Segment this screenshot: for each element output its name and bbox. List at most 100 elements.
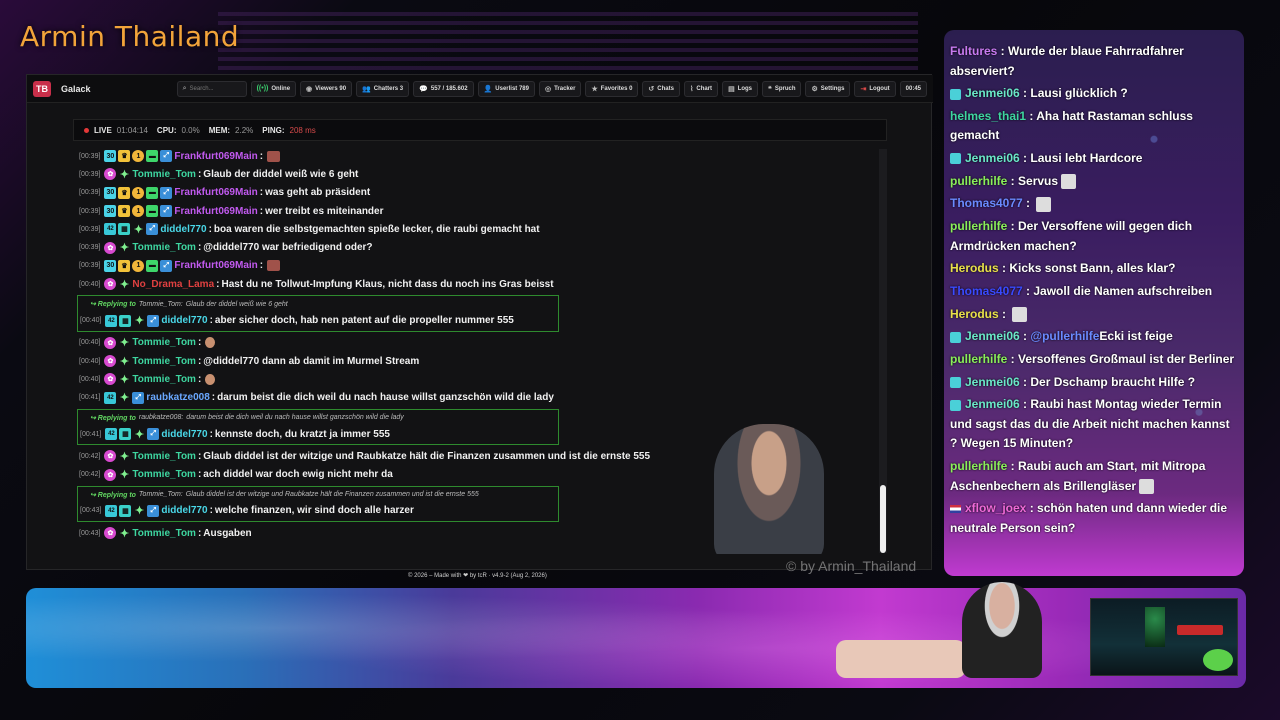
message-username[interactable]: Tommie_Tom xyxy=(132,169,196,180)
cpu-value: 0.0% xyxy=(181,125,200,135)
sub-badge-icon: 30 xyxy=(104,150,117,163)
favorites-button[interactable]: ★ Favorites 0 xyxy=(585,80,639,97)
message-text: @diddel770 dann ab damit im Murmel Strea… xyxy=(203,355,420,367)
pink-badge-icon: ✿ xyxy=(104,468,117,481)
message-timestamp: [00:39] xyxy=(79,225,101,233)
user-badge-icon xyxy=(950,399,961,411)
mem-value: 2.2% xyxy=(235,125,254,135)
message-timestamp: [00:39] xyxy=(79,262,101,270)
chatters-button[interactable]: 👥 Chatters 3 xyxy=(356,80,410,97)
message-username[interactable]: Frankfurt069Main xyxy=(174,260,257,271)
message-timestamp: [00:39] xyxy=(79,189,101,197)
reply-target[interactable]: Tommie_Tom: xyxy=(139,491,183,498)
username-separator: : xyxy=(209,428,213,440)
chat-message: [00:43] 42 ▦ ✦ ⤢ diddel770: welche finanzen, w… xyxy=(78,502,558,520)
message-username[interactable]: Frankfurt069Main xyxy=(174,206,257,217)
search-placeholder: Search... xyxy=(189,85,214,92)
logs-button[interactable]: ▤ Logs xyxy=(722,80,759,97)
message-username[interactable]: Tommie_Tom xyxy=(132,469,196,480)
sparkle-badge-icon: ✦ xyxy=(119,392,130,405)
stream-chat-separator: : xyxy=(1007,459,1019,474)
stream-chat-text: Jawoll die Namen aufschreiben xyxy=(1033,284,1213,298)
user-icon: 👤 xyxy=(483,85,493,93)
sparkle-badge-icon: ✦ xyxy=(119,278,130,291)
stream-chat-separator: : xyxy=(1019,374,1031,389)
axe-badge-icon: ⤢ xyxy=(132,391,145,404)
emote-icon xyxy=(267,260,281,272)
chat-message: [00:39] 30 ♛ 1 ▬ ⤢ Frankfurt069Main: was geht a… xyxy=(77,184,889,202)
stream-chat-username: Herodus xyxy=(950,306,999,321)
message-username[interactable]: Tommie_Tom xyxy=(132,451,196,462)
stream-chat-separator: : xyxy=(1007,219,1019,234)
document-icon: ▤ xyxy=(728,85,735,93)
message-timestamp: [00:39] xyxy=(79,170,101,178)
stream-chat-message: Thomas4077 : xyxy=(950,194,1240,214)
chats-button[interactable]: ↺ Chats xyxy=(642,80,680,97)
reply-label: ↪ Replying to xyxy=(90,301,136,309)
chat-message: [00:40] ✿ ✦ Tommie_Tom: xyxy=(77,334,889,352)
eye-icon: ◉ xyxy=(306,85,313,93)
spruch-button[interactable]: ❝ Spruch xyxy=(762,80,802,97)
bits-badge-icon: 1 xyxy=(132,186,145,199)
crown-badge-icon: ♛ xyxy=(118,205,131,218)
message-username[interactable]: raubkatze008 xyxy=(146,392,209,403)
online-button[interactable]: ((•)) Online xyxy=(250,80,297,97)
stream-chat-username: pullerhilfe xyxy=(950,459,1008,474)
message-username[interactable]: diddel770 xyxy=(161,429,207,440)
username-separator: : xyxy=(259,150,264,162)
chatters-label: Chatters 3 xyxy=(373,85,404,92)
tracker-button[interactable]: ◎ Tracker xyxy=(538,80,582,97)
sub-badge-icon: 30 xyxy=(104,259,117,272)
message-username[interactable]: diddel770 xyxy=(160,224,206,235)
stream-chat-username: pullerhilfe xyxy=(950,352,1008,367)
scroll-thumb[interactable] xyxy=(880,485,886,553)
message-username[interactable]: Tommie_Tom xyxy=(132,374,196,385)
stream-chat-username: Thomas4077 xyxy=(950,284,1023,298)
messages-button[interactable]: 💬 557 / 185.602 xyxy=(413,80,474,97)
sparkle-badge-icon: ✦ xyxy=(119,242,130,255)
users-icon: 👥 xyxy=(362,85,371,93)
message-username[interactable]: Tommie_Tom xyxy=(132,528,196,539)
live-label: LIVE xyxy=(94,125,112,135)
emote-icon xyxy=(1139,478,1155,494)
message-username[interactable]: Tommie_Tom xyxy=(132,242,196,253)
logout-button[interactable]: ⇥ Logout xyxy=(854,80,896,97)
username-separator: : xyxy=(259,260,264,272)
userlist-button[interactable]: 👤 Userlist 789 xyxy=(477,80,535,97)
stream-chat-separator: : xyxy=(1026,501,1038,516)
message-username[interactable]: Frankfurt069Main xyxy=(174,151,257,162)
settings-label: Settings xyxy=(820,85,845,92)
search-input[interactable]: ⌕ Search... xyxy=(176,80,247,97)
axe-badge-icon: ⤢ xyxy=(147,428,160,440)
reply-target[interactable]: raubkatze008: xyxy=(139,414,183,421)
pink-badge-icon: ✿ xyxy=(104,336,117,349)
message-username[interactable]: Tommie_Tom xyxy=(132,356,196,367)
username-separator: : xyxy=(209,505,213,517)
message-username[interactable]: Tommie_Tom xyxy=(132,337,196,348)
message-username[interactable]: diddel770 xyxy=(161,315,207,326)
grid-badge-icon: ▦ xyxy=(118,223,131,236)
stream-chat-username: Jenmei06 xyxy=(965,329,1020,344)
chat-scrollbar[interactable] xyxy=(879,149,887,553)
message-username[interactable]: Frankfurt069Main xyxy=(174,187,257,198)
stream-chat-username: helmes_thai1 xyxy=(950,108,1027,123)
stream-chat-separator: : xyxy=(1007,173,1019,188)
username-separator: : xyxy=(259,205,264,217)
username-separator: : xyxy=(209,315,213,327)
stream-chat-text: Lausi lebt Hardcore xyxy=(1030,151,1143,166)
viewers-button[interactable]: ◉ Viewers 90 xyxy=(300,80,353,97)
chat-bubble-icon: 💬 xyxy=(419,85,428,93)
stream-chat-text: Lausi glücklich ? xyxy=(1030,86,1128,101)
stream-chat-message: pullerhilfe : Versoffenes Großmaul ist d… xyxy=(950,350,1240,370)
chat-message: [00:39] ✿ ✦ Tommie_Tom: Glaub der diddel wei… xyxy=(77,165,889,183)
webcam-streamer-overlay xyxy=(696,418,880,554)
reply-target[interactable]: Tommie_Tom: xyxy=(139,301,183,308)
stream-chat-message: Jenmei06 : @pullerhilfeEcki ist feige xyxy=(950,327,1240,347)
message-username[interactable]: No_Drama_Lama xyxy=(132,279,214,290)
sparkle-badge-icon: ✦ xyxy=(119,168,130,181)
settings-button[interactable]: ⚙ Settings xyxy=(805,80,851,97)
message-username[interactable]: diddel770 xyxy=(161,505,207,516)
username-separator: : xyxy=(197,355,202,367)
chart-button[interactable]: ⌇ Chart xyxy=(683,80,719,97)
message-timestamp: [00:42] xyxy=(79,452,101,460)
